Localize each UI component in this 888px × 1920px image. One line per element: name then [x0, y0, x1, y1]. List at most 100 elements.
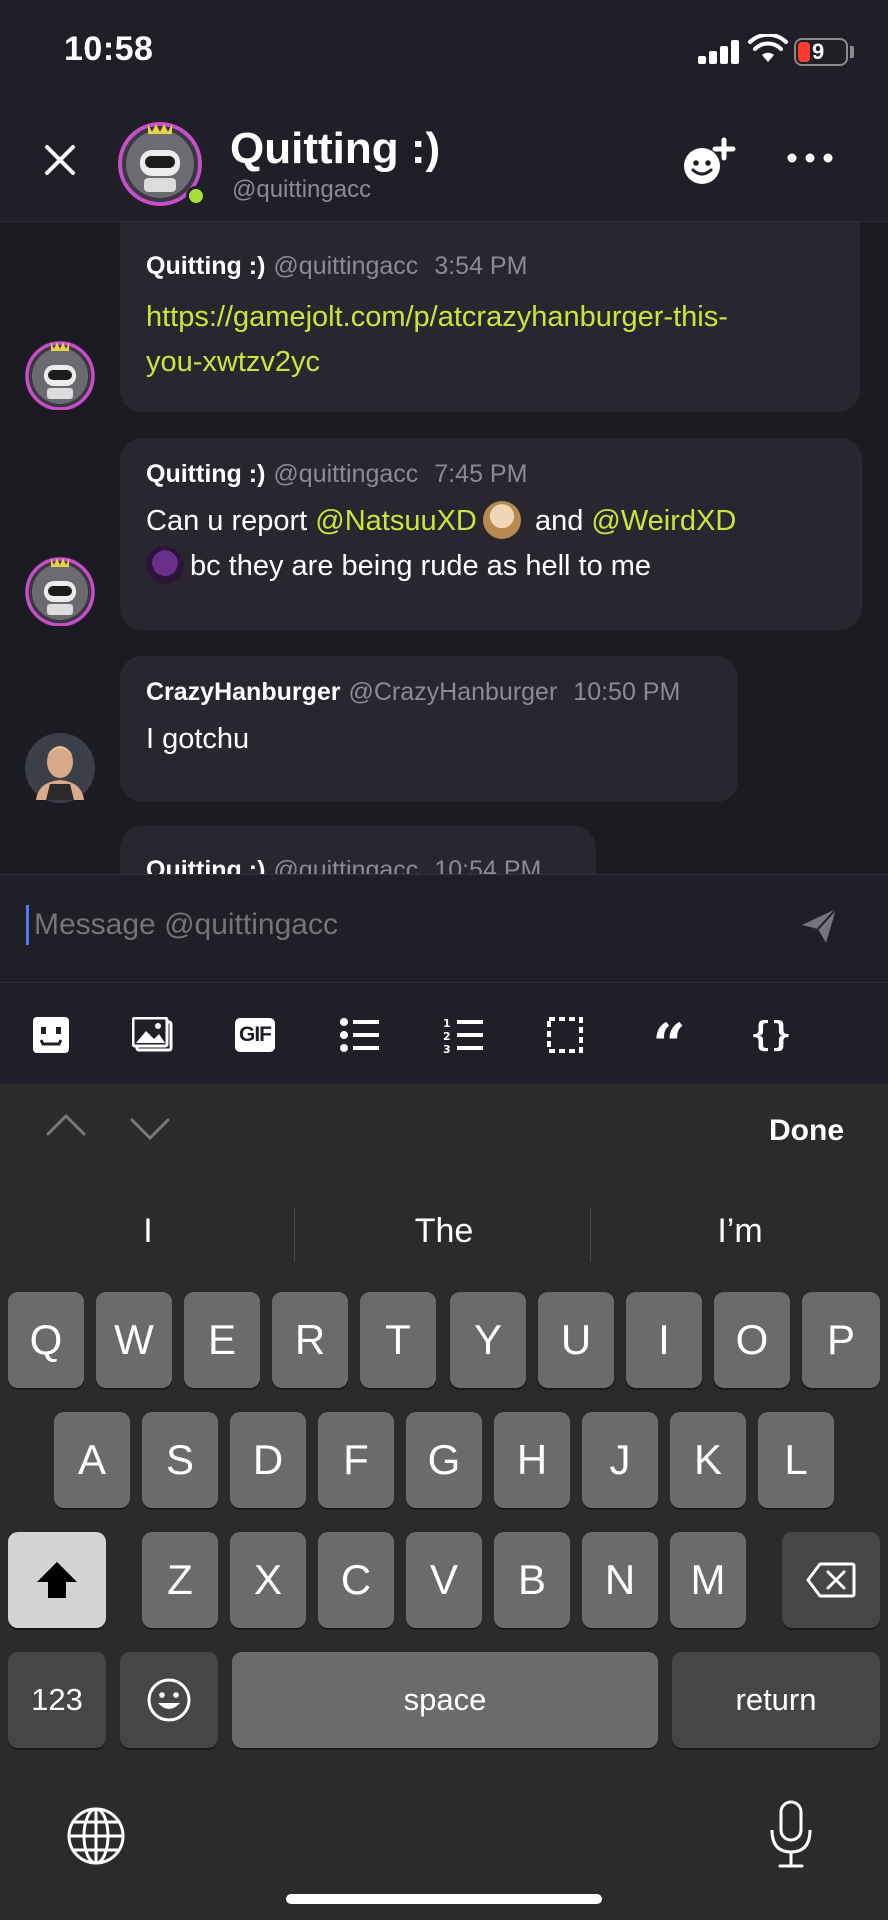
spoiler-icon [547, 1017, 583, 1053]
close-button[interactable] [38, 138, 82, 182]
message-time: 10:54 PM [434, 856, 542, 874]
quote-button[interactable]: “ [648, 1015, 690, 1074]
message-text: and [526, 505, 592, 537]
message-author[interactable]: Quitting :) [146, 252, 265, 280]
chevron-up-icon [46, 1113, 86, 1136]
suggestion[interactable]: I [0, 1212, 296, 1251]
message-handle: @quittingacc [273, 460, 419, 488]
wifi-icon [748, 34, 788, 62]
key-r[interactable]: R [272, 1292, 348, 1388]
mention-link[interactable]: @WeirdXD [591, 505, 736, 537]
key-h[interactable]: H [494, 1412, 570, 1508]
quote-icon: “ [652, 1011, 686, 1079]
key-k[interactable]: K [670, 1412, 746, 1508]
message-author[interactable]: Quitting :) [146, 856, 265, 874]
message-bubble[interactable]: Quitting :) @quittingacc 7:45 PM Can u rep… [120, 438, 862, 630]
add-friend-button[interactable] [680, 136, 736, 188]
text-caret [26, 905, 29, 945]
bullet-list-button[interactable] [338, 1015, 380, 1055]
code-button[interactable]: {} [750, 1015, 792, 1055]
key-z[interactable]: Z [142, 1532, 218, 1628]
key-y[interactable]: Y [450, 1292, 526, 1388]
svg-text:1: 1 [443, 1017, 451, 1030]
user-handle[interactable]: @quittingacc [232, 176, 371, 204]
message-author[interactable]: Quitting :) [146, 460, 265, 488]
spoiler-button[interactable] [544, 1015, 586, 1055]
top-bar: 10:58 9 Quitting :) @quittingacc [0, 0, 888, 222]
key-u[interactable]: U [538, 1292, 614, 1388]
backspace-icon [806, 1562, 856, 1598]
battery-icon: 9 [794, 38, 848, 66]
send-button[interactable] [800, 907, 838, 945]
message-avatar[interactable] [24, 338, 96, 410]
message-time: 7:45 PM [434, 460, 528, 488]
message-handle: @quittingacc [273, 856, 419, 874]
svg-text:3: 3 [443, 1043, 451, 1053]
key-t[interactable]: T [360, 1292, 436, 1388]
key-g[interactable]: G [406, 1412, 482, 1508]
message-input[interactable] [34, 901, 774, 949]
message-bubble[interactable]: Quitting :) @quittingacc 10:54 PM [120, 826, 596, 874]
done-button[interactable]: Done [769, 1114, 844, 1148]
emoji-icon [33, 1017, 69, 1053]
key-v[interactable]: V [406, 1532, 482, 1628]
backspace-key[interactable] [782, 1532, 880, 1628]
message-link[interactable]: https://gamejolt.com/p/atcrazyhanburger-… [146, 301, 728, 333]
gif-icon: GIF [235, 1018, 275, 1052]
key-w[interactable]: W [96, 1292, 172, 1388]
microphone-icon[interactable] [766, 1800, 816, 1870]
online-status-dot [186, 186, 206, 206]
emoji-keyboard-icon [147, 1678, 191, 1722]
shift-icon [37, 1562, 77, 1598]
suggestion[interactable]: I’m [592, 1212, 888, 1251]
key-c[interactable]: C [318, 1532, 394, 1628]
globe-icon[interactable] [66, 1806, 126, 1866]
message-composer [0, 874, 888, 982]
more-options-button[interactable] [786, 148, 834, 168]
key-m[interactable]: M [670, 1532, 746, 1628]
bullet-list-icon [340, 1018, 379, 1052]
message-avatar[interactable] [24, 554, 96, 626]
image-button[interactable] [132, 1015, 174, 1055]
numbered-list-button[interactable]: 1 2 3 [442, 1015, 484, 1055]
key-s[interactable]: S [142, 1412, 218, 1508]
key-e[interactable]: E [184, 1292, 260, 1388]
message-author[interactable]: CrazyHanburger [146, 678, 341, 706]
key-f[interactable]: F [318, 1412, 394, 1508]
emoji-key[interactable] [120, 1652, 218, 1748]
key-l[interactable]: L [758, 1412, 834, 1508]
message-text: I gotchu [146, 723, 250, 755]
key-j[interactable]: J [582, 1412, 658, 1508]
emoji-button[interactable] [30, 1015, 72, 1055]
mention-avatar [482, 501, 521, 539]
message-text: bc they are being rude as hell to me [190, 550, 652, 582]
space-key[interactable]: space [232, 1652, 658, 1748]
page-title[interactable]: Quitting :) [230, 124, 440, 174]
key-x[interactable]: X [230, 1532, 306, 1628]
message-text: Can u report [146, 505, 316, 537]
message-link[interactable]: you-xwtzv2yc [146, 346, 320, 378]
code-icon: {} [750, 1015, 792, 1055]
key-n[interactable]: N [582, 1532, 658, 1628]
mention-link[interactable]: @NatsuuXD [315, 505, 477, 537]
key-o[interactable]: O [714, 1292, 790, 1388]
shift-key[interactable] [8, 1532, 106, 1628]
key-d[interactable]: D [230, 1412, 306, 1508]
gif-button[interactable]: GIF [234, 1015, 276, 1055]
message-avatar[interactable] [24, 732, 96, 804]
message-bubble[interactable]: Quitting :) @quittingacc 3:54 PM https://g… [120, 222, 860, 412]
message-bubble[interactable]: CrazyHanburger @CrazyHanburger 10:50 PM I … [120, 656, 738, 802]
key-b[interactable]: B [494, 1532, 570, 1628]
mention-avatar [146, 546, 184, 584]
return-key[interactable]: return [672, 1652, 880, 1748]
message-list[interactable]: Quitting :) @quittingacc 3:54 PM https://g… [0, 222, 888, 874]
suggestion[interactable]: The [296, 1212, 592, 1251]
key-p[interactable]: P [802, 1292, 880, 1388]
key-a[interactable]: A [54, 1412, 130, 1508]
key-i[interactable]: I [626, 1292, 702, 1388]
key-q[interactable]: Q [8, 1292, 84, 1388]
home-indicator[interactable] [286, 1894, 602, 1904]
chevron-down-icon [130, 1118, 170, 1141]
image-icon [132, 1017, 173, 1052]
numbers-key[interactable]: 123 [8, 1652, 106, 1748]
